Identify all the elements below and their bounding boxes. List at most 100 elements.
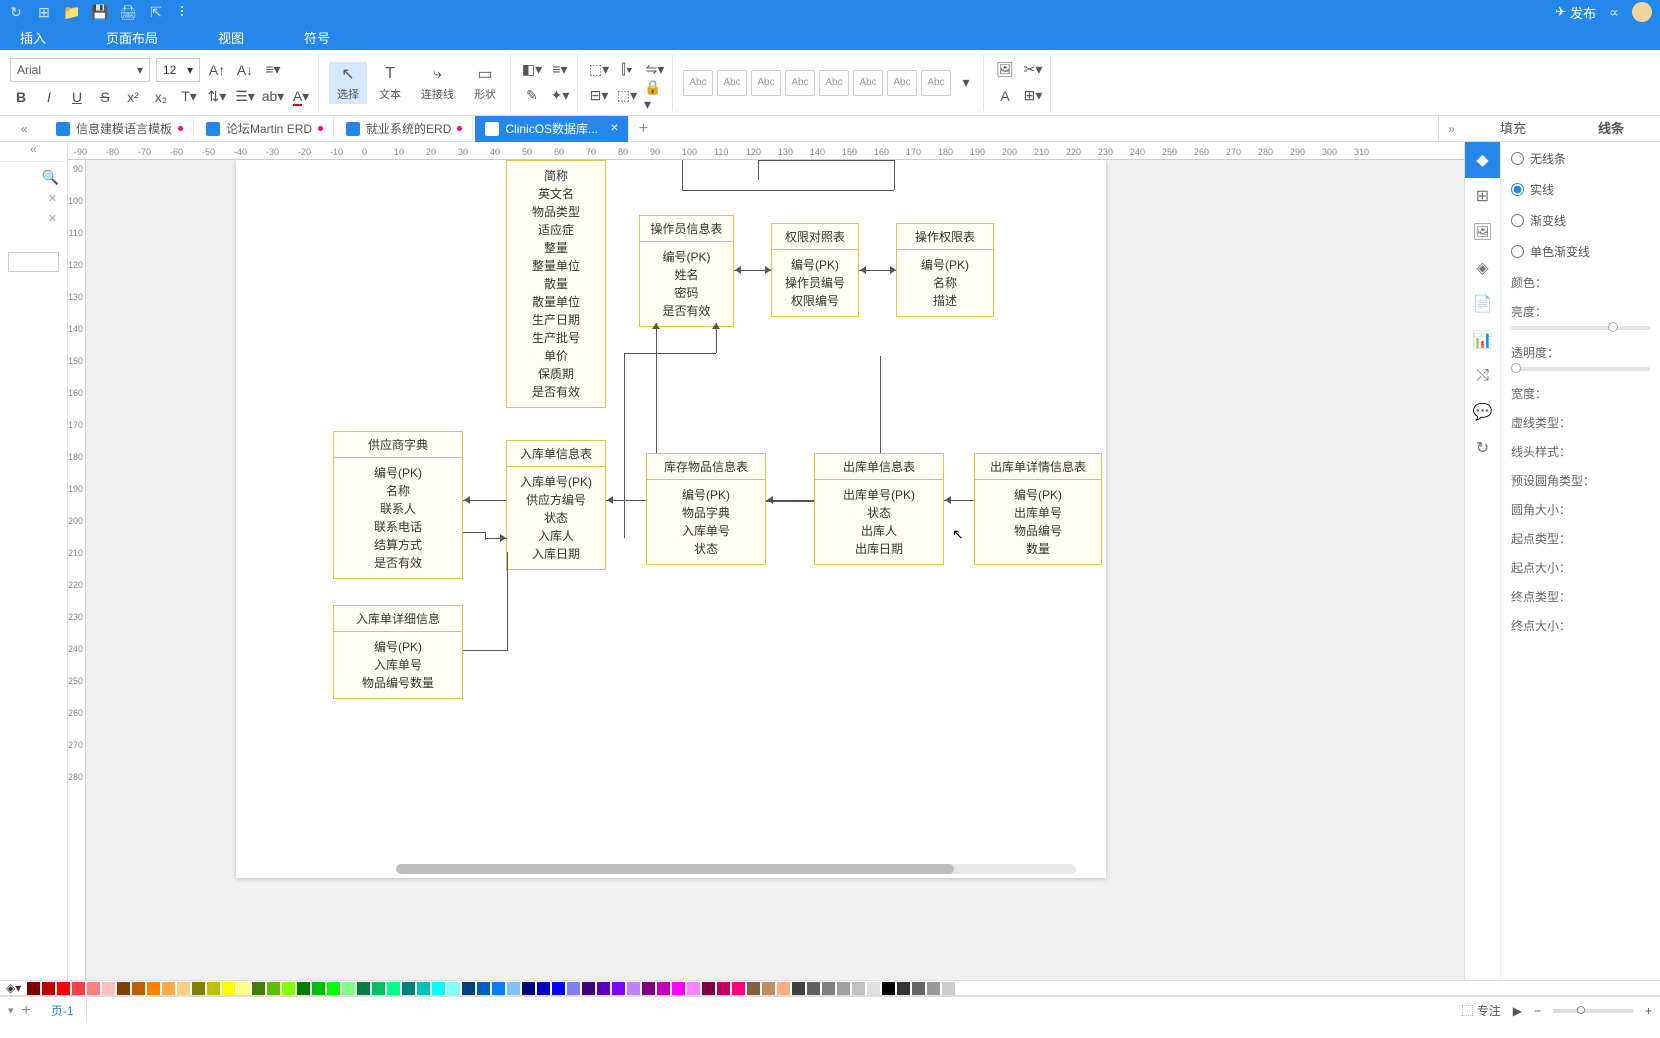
color-swatch[interactable] — [597, 982, 610, 995]
shrink-font-icon[interactable]: A↓ — [234, 59, 256, 81]
style-swatch[interactable]: Abc — [887, 70, 917, 96]
style-swatch[interactable]: Abc — [717, 70, 747, 96]
erd-outdetail[interactable]: 出库单详情信息表 编号(PK)出库单号物品编号数量 — [974, 453, 1102, 565]
slider-opacity[interactable] — [1511, 367, 1650, 371]
color-swatch[interactable] — [732, 982, 745, 995]
color-swatch[interactable] — [387, 982, 400, 995]
tool-connector[interactable]: ⤷连接线 — [413, 62, 462, 104]
color-swatch[interactable] — [507, 982, 520, 995]
props-page-icon[interactable]: 📄 — [1465, 286, 1500, 322]
color-swatch[interactable] — [912, 982, 925, 995]
color-swatch[interactable] — [837, 982, 850, 995]
distribute-icon[interactable]: ⊟▾ — [588, 85, 610, 107]
tab-line[interactable]: 线条 — [1562, 116, 1660, 142]
color-swatch[interactable] — [372, 982, 385, 995]
color-swatch[interactable] — [297, 982, 310, 995]
color-swatch[interactable] — [612, 982, 625, 995]
close-icon[interactable]: ✕ — [604, 123, 618, 134]
tool-text[interactable]: T文本 — [371, 62, 409, 104]
color-swatch[interactable] — [462, 982, 475, 995]
color-swatch[interactable] — [777, 982, 790, 995]
publish-button[interactable]: ✈ 发布 — [1555, 3, 1596, 22]
slider-bright[interactable] — [1511, 326, 1650, 330]
color-swatch[interactable] — [492, 982, 505, 995]
color-swatch[interactable] — [192, 982, 205, 995]
color-swatch[interactable] — [342, 982, 355, 995]
zoom-in[interactable]: + — [1645, 1004, 1652, 1018]
color-swatch[interactable] — [27, 982, 40, 995]
color-swatch[interactable] — [537, 982, 550, 995]
color-swatch[interactable] — [207, 982, 220, 995]
search-icon[interactable]: 🔍 — [0, 162, 67, 192]
colorbar-dropper-icon[interactable]: ◈▾ — [6, 981, 21, 995]
subscript-icon[interactable]: x₂ — [150, 86, 172, 108]
linespace-icon[interactable]: ⇅▾ — [206, 86, 228, 108]
props-comment-icon[interactable]: 💬 — [1465, 394, 1500, 430]
style-more-icon[interactable]: ▾ — [955, 72, 977, 94]
color-swatch[interactable] — [942, 982, 955, 995]
more-icon[interactable]: ⠇ — [176, 4, 192, 20]
color-swatch[interactable] — [927, 982, 940, 995]
color-swatch[interactable] — [417, 982, 430, 995]
color-swatch[interactable] — [702, 982, 715, 995]
list-icon[interactable]: ☰▾ — [234, 86, 256, 108]
avatar[interactable] — [1632, 2, 1652, 22]
doc-tab[interactable]: 就业系统的ERD — [336, 116, 473, 142]
tabs-prev[interactable]: « — [4, 122, 44, 136]
erd-operator[interactable]: 操作员信息表 编号(PK)姓名密码是否有效 — [639, 215, 734, 327]
style-swatch[interactable]: Abc — [853, 70, 883, 96]
zoom-out[interactable]: − — [1534, 1004, 1541, 1018]
color-swatch[interactable] — [642, 982, 655, 995]
color-swatch[interactable] — [882, 982, 895, 995]
props-grid-icon[interactable]: ⊞ — [1465, 178, 1500, 214]
color-swatch[interactable] — [867, 982, 880, 995]
tool-shape[interactable]: ▭形状 — [466, 62, 504, 104]
export-icon[interactable]: ⇱ — [148, 4, 164, 20]
color-swatch[interactable] — [237, 982, 250, 995]
erd-inorder[interactable]: 入库单信息表 入库单号(PK)供应方编号状态入库人入库日期 — [506, 440, 606, 570]
menu-layout[interactable]: 页面布局 — [106, 28, 158, 47]
grid-icon[interactable]: ⊞▾ — [1022, 85, 1044, 107]
erd-outorder[interactable]: 出库单信息表 出库单号(PK)状态出库人出库日期 — [814, 453, 944, 565]
color-swatch[interactable] — [402, 982, 415, 995]
menu-symbol[interactable]: 符号 — [304, 28, 330, 47]
color-swatch[interactable] — [672, 982, 685, 995]
color-swatch[interactable] — [72, 982, 85, 995]
superscript-icon[interactable]: x² — [122, 86, 144, 108]
lineweight-icon[interactable]: ≡▾ — [549, 59, 571, 81]
radio-grad[interactable]: 渐变线 — [1511, 212, 1650, 229]
shape-thumb[interactable] — [8, 252, 59, 272]
color-swatch[interactable] — [852, 982, 865, 995]
add-page[interactable]: + — [14, 1002, 39, 1020]
props-random-icon[interactable]: ⤭ — [1465, 358, 1500, 394]
bold-icon[interactable]: B — [10, 86, 32, 108]
color-swatch[interactable] — [522, 982, 535, 995]
color-swatch[interactable] — [627, 982, 640, 995]
tool-select[interactable]: ↖选择 — [329, 62, 367, 104]
italic-icon[interactable]: I — [38, 86, 60, 108]
focus-mode[interactable]: ⬚ 专注 — [1461, 1002, 1500, 1019]
image-icon[interactable]: 🖼 — [994, 59, 1016, 81]
color-swatch[interactable] — [687, 982, 700, 995]
color-swatch[interactable] — [42, 982, 55, 995]
effects-icon[interactable]: ✦▾ — [549, 85, 571, 107]
props-chart-icon[interactable]: 📊 — [1465, 322, 1500, 358]
erd-indetail[interactable]: 入库单详细信息 编号(PK)入库单号物品编号数量 — [333, 605, 463, 699]
share-icon[interactable]: ∝ — [1606, 4, 1622, 20]
fontsize-select[interactable]: 12▾ — [156, 58, 200, 82]
style-swatch[interactable]: Abc — [819, 70, 849, 96]
grow-font-icon[interactable]: A↑ — [206, 59, 228, 81]
doc-tab-active[interactable]: ClinicOS数据库...✕ — [475, 116, 629, 142]
strike-icon[interactable]: S — [94, 86, 116, 108]
print-icon[interactable]: 🖨 — [120, 4, 136, 20]
color-swatch[interactable] — [147, 982, 160, 995]
underline-icon[interactable]: U — [66, 86, 88, 108]
radio-solid[interactable]: 实线 — [1511, 181, 1650, 198]
erd-stock[interactable]: 库存物品信息表 编号(PK)物品字典入库单号状态 — [646, 453, 766, 565]
color-swatch[interactable] — [102, 982, 115, 995]
group-icon[interactable]: ⬚▾ — [588, 59, 610, 81]
tabs-collapse[interactable]: » — [1438, 116, 1464, 142]
eyedropper-icon[interactable]: ✎ — [521, 85, 543, 107]
align2-icon[interactable]: ⫿▾ — [616, 59, 638, 81]
style-swatch[interactable]: Abc — [683, 70, 713, 96]
